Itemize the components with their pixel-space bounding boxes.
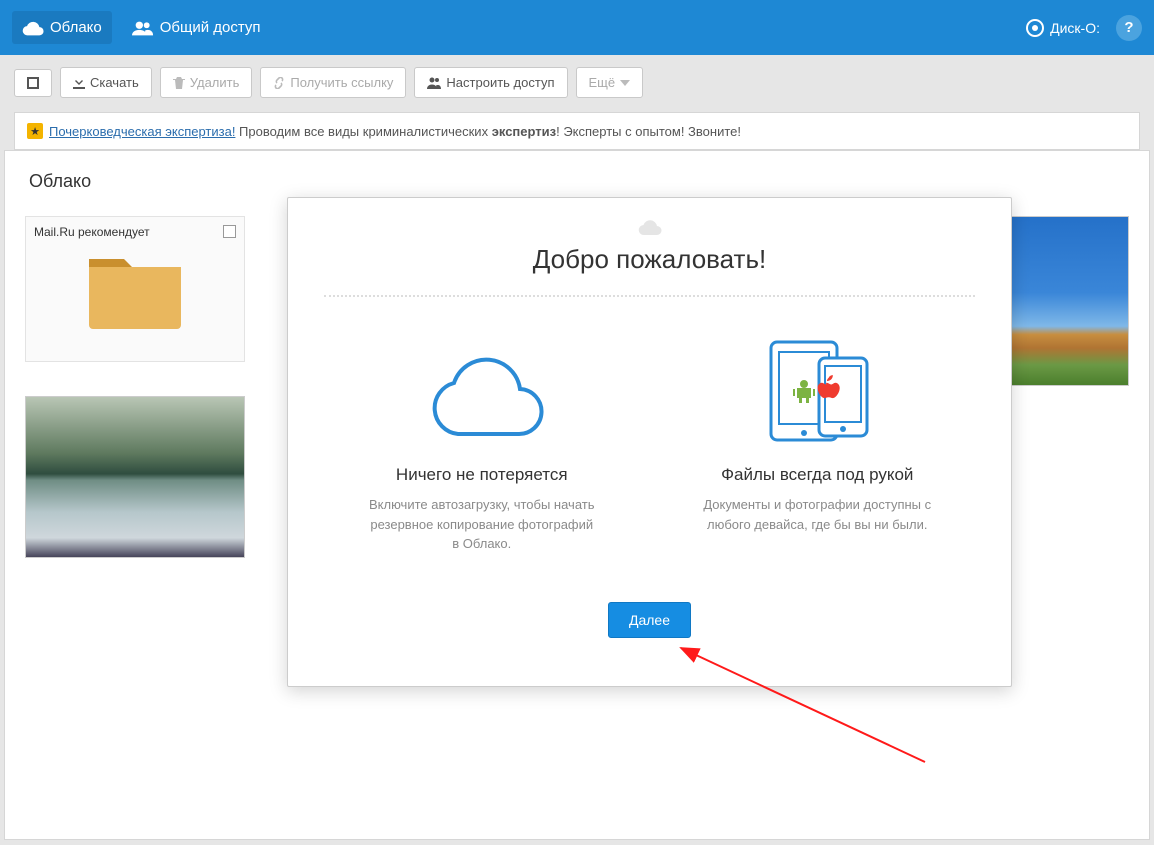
feature2-desc: Документы и фотографии доступны с любого… bbox=[702, 495, 932, 534]
modal-backdrop: Добро пожаловать! Ничего не потеряется В… bbox=[0, 0, 1154, 845]
welcome-modal: Добро пожаловать! Ничего не потеряется В… bbox=[287, 197, 1012, 687]
feature2-title: Файлы всегда под рукой bbox=[670, 465, 966, 485]
modal-title: Добро пожаловать! bbox=[324, 244, 975, 275]
devices-icon bbox=[757, 336, 877, 446]
cloud-outline-icon bbox=[412, 341, 552, 441]
cloud-small-icon bbox=[637, 218, 663, 236]
feature1-desc: Включите автозагрузку, чтобы начать резе… bbox=[367, 495, 597, 554]
feature1-title: Ничего не потеряется bbox=[334, 465, 630, 485]
feature-cloud: Ничего не потеряется Включите автозагруз… bbox=[324, 325, 640, 560]
feature-devices: Файлы всегда под рукой Документы и фотог… bbox=[660, 325, 976, 560]
divider bbox=[324, 295, 975, 297]
next-button[interactable]: Далее bbox=[608, 602, 691, 638]
